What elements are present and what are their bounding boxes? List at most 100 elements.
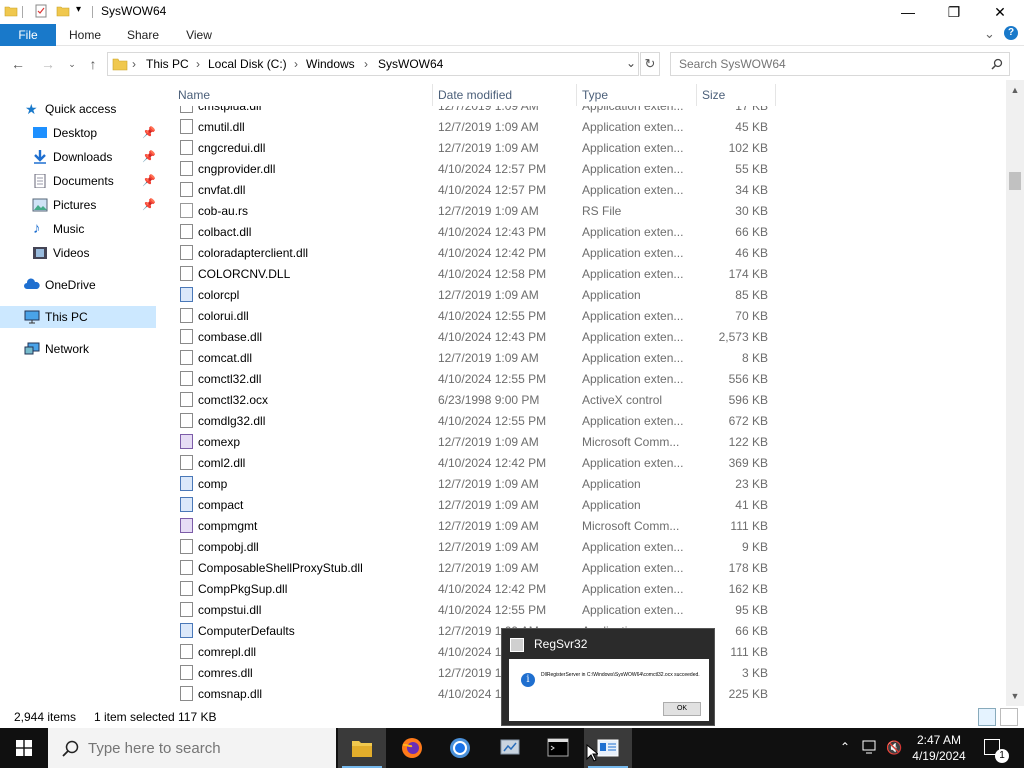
minimize-button[interactable]: — xyxy=(885,0,931,24)
taskbar-firefox[interactable] xyxy=(388,728,436,768)
nav-desktop[interactable]: Desktop 📌 xyxy=(0,122,156,144)
column-type[interactable]: Type xyxy=(582,88,608,102)
file-date-modified: 4/10/2024 12:43 PM xyxy=(438,330,547,344)
column-divider[interactable] xyxy=(432,84,433,106)
volume-muted-icon[interactable]: 🔇 xyxy=(886,740,902,756)
network-icon[interactable] xyxy=(862,740,880,754)
scroll-up-arrow-icon[interactable]: ▲ xyxy=(1006,82,1024,98)
nav-network[interactable]: Network xyxy=(0,338,156,360)
navigation-pane: ★ Quick access Desktop 📌 Downloads 📌 Doc… xyxy=(0,96,160,700)
show-hidden-icons-icon[interactable]: ⌃ xyxy=(840,740,850,754)
file-row[interactable]: colbact.dll 4/10/2024 12:43 PM Application… xyxy=(172,221,1006,242)
taskbar-control-panel[interactable] xyxy=(486,728,534,768)
file-row[interactable]: comexp 12/7/2019 1:09 AM Microsoft Comm...… xyxy=(172,431,1006,452)
file-row[interactable]: combase.dll 4/10/2024 12:43 PM Application… xyxy=(172,326,1006,347)
breadcrumb-this-pc[interactable]: This PC xyxy=(146,57,189,71)
taskbar-search[interactable] xyxy=(48,728,336,768)
nav-quick-access[interactable]: ★ Quick access xyxy=(0,98,156,120)
column-date-modified[interactable]: Date modified xyxy=(438,88,512,102)
tab-view[interactable]: View xyxy=(176,24,222,46)
address-dropdown-icon[interactable]: ⌄ xyxy=(626,56,636,70)
properties-icon[interactable] xyxy=(34,4,48,18)
column-name[interactable]: Name xyxy=(178,88,210,102)
address-bar[interactable]: › This PC › Local Disk (C:) › Windows › … xyxy=(107,52,639,76)
taskbar-file-explorer[interactable] xyxy=(338,728,386,768)
breadcrumb-windows[interactable]: Windows xyxy=(306,57,355,71)
column-divider[interactable] xyxy=(775,84,776,106)
new-folder-icon[interactable] xyxy=(56,4,70,18)
file-type: Application exten... xyxy=(582,540,684,554)
nav-this-pc[interactable]: This PC xyxy=(0,306,156,328)
file-row[interactable]: compobj.dll 12/7/2019 1:09 AM Application … xyxy=(172,536,1006,557)
help-icon[interactable]: ? xyxy=(1004,26,1018,40)
start-button[interactable] xyxy=(0,728,48,768)
column-divider[interactable] xyxy=(696,84,697,106)
breadcrumb-local-disk[interactable]: Local Disk (C:) xyxy=(208,57,287,71)
file-row[interactable]: cngprovider.dll 4/10/2024 12:57 PM Applica… xyxy=(172,158,1006,179)
file-row[interactable]: compmgmt 12/7/2019 1:09 AM Microsoft Comm.… xyxy=(172,515,1006,536)
vertical-scrollbar[interactable]: ▲ ▼ xyxy=(1006,80,1024,706)
back-button[interactable]: ← xyxy=(8,54,28,74)
search-box[interactable] xyxy=(670,52,1010,76)
file-row[interactable]: cnvfat.dll 4/10/2024 12:57 PM Application … xyxy=(172,179,1006,200)
selected-size: 117 KB xyxy=(178,710,217,724)
taskbar-chrome[interactable] xyxy=(436,728,484,768)
tab-home[interactable]: Home xyxy=(62,24,108,46)
file-row[interactable]: comcat.dll 12/7/2019 1:09 AM Application e… xyxy=(172,347,1006,368)
recent-locations-button[interactable]: ⌄ xyxy=(62,54,82,74)
scroll-down-arrow-icon[interactable]: ▼ xyxy=(1006,688,1024,704)
nav-onedrive[interactable]: OneDrive xyxy=(0,274,156,296)
file-size: 30 KB xyxy=(735,204,768,218)
column-divider[interactable] xyxy=(576,84,577,106)
details-view-button[interactable] xyxy=(978,708,996,726)
file-row[interactable]: coloradapterclient.dll 4/10/2024 12:42 PM… xyxy=(172,242,1006,263)
large-icons-view-button[interactable] xyxy=(1000,708,1018,726)
file-row[interactable]: colorcpl 12/7/2019 1:09 AM Application 85 K… xyxy=(172,284,1006,305)
dll-file-icon xyxy=(180,455,193,470)
breadcrumb-syswow64[interactable]: SysWOW64 xyxy=(378,57,443,71)
file-size: 66 KB xyxy=(735,225,768,239)
close-button[interactable]: ✕ xyxy=(977,0,1023,24)
search-input[interactable] xyxy=(679,54,979,74)
file-row[interactable]: comp 12/7/2019 1:09 AM Application 23 KB xyxy=(172,473,1006,494)
file-row[interactable]: CompPkgSup.dll 4/10/2024 12:42 PM Applicat… xyxy=(172,578,1006,599)
file-row[interactable]: comdlg32.dll 4/10/2024 12:55 PM Applicatio… xyxy=(172,410,1006,431)
taskbar-search-input[interactable] xyxy=(88,737,328,759)
nav-documents[interactable]: Documents 📌 xyxy=(0,170,156,192)
file-list: cmstplua.dll 12/7/2019 1:09 AM Application… xyxy=(172,84,1006,704)
file-row[interactable]: comctl32.dll 4/10/2024 12:55 PM Applicatio… xyxy=(172,368,1006,389)
column-size[interactable]: Size xyxy=(702,88,725,102)
file-row[interactable]: COLORCNV.DLL 4/10/2024 12:58 PM Applicatio… xyxy=(172,263,1006,284)
file-row[interactable]: colorui.dll 4/10/2024 12:55 PM Application… xyxy=(172,305,1006,326)
file-row[interactable]: compact 12/7/2019 1:09 AM Application 41 KB xyxy=(172,494,1006,515)
file-type: Application xyxy=(582,477,641,491)
file-row[interactable]: cmutil.dll 12/7/2019 1:09 AM Application e… xyxy=(172,116,1006,137)
dll-file-icon xyxy=(180,182,193,197)
clock[interactable]: 2:47 AM 4/19/2024 xyxy=(904,732,974,764)
file-row[interactable]: cngcredui.dll 12/7/2019 1:09 AM Applicatio… xyxy=(172,137,1006,158)
up-button[interactable]: ↑ xyxy=(83,54,103,74)
breadcrumb-separator: › xyxy=(364,57,368,71)
nav-music[interactable]: ♪ Music xyxy=(0,218,156,240)
nav-videos[interactable]: Videos xyxy=(0,242,156,264)
file-name: colbact.dll xyxy=(198,225,252,239)
scrollbar-thumb[interactable] xyxy=(1009,172,1021,190)
file-row[interactable]: comctl32.ocx 6/23/1998 9:00 PM ActiveX con… xyxy=(172,389,1006,410)
forward-button[interactable]: → xyxy=(38,54,58,74)
ok-button[interactable]: OK xyxy=(663,702,701,716)
customize-qat-icon[interactable]: ▾ xyxy=(76,4,81,15)
refresh-button[interactable]: ↻ xyxy=(640,52,660,76)
file-row[interactable]: cob-au.rs 12/7/2019 1:09 AM RS File 30 KB xyxy=(172,200,1006,221)
nav-pictures[interactable]: Pictures 📌 xyxy=(0,194,156,216)
maximize-button[interactable]: ❐ xyxy=(931,0,977,24)
nav-downloads[interactable]: Downloads 📌 xyxy=(0,146,156,168)
file-row[interactable]: ComposableShellProxyStub.dll 12/7/2019 1:… xyxy=(172,557,1006,578)
tab-share[interactable]: Share xyxy=(120,24,166,46)
address-row: ← → ⌄ ↑ › This PC › Local Disk (C:) › Wi… xyxy=(0,50,1024,78)
tab-file[interactable]: File xyxy=(0,24,56,46)
mmc-console-icon xyxy=(180,434,193,449)
expand-ribbon-icon[interactable]: ⌄ xyxy=(984,26,995,42)
taskbar-command-prompt[interactable] xyxy=(534,728,582,768)
file-row[interactable]: coml2.dll 4/10/2024 12:42 PM Application e… xyxy=(172,452,1006,473)
file-row[interactable]: compstui.dll 4/10/2024 12:55 PM Applicatio… xyxy=(172,599,1006,620)
